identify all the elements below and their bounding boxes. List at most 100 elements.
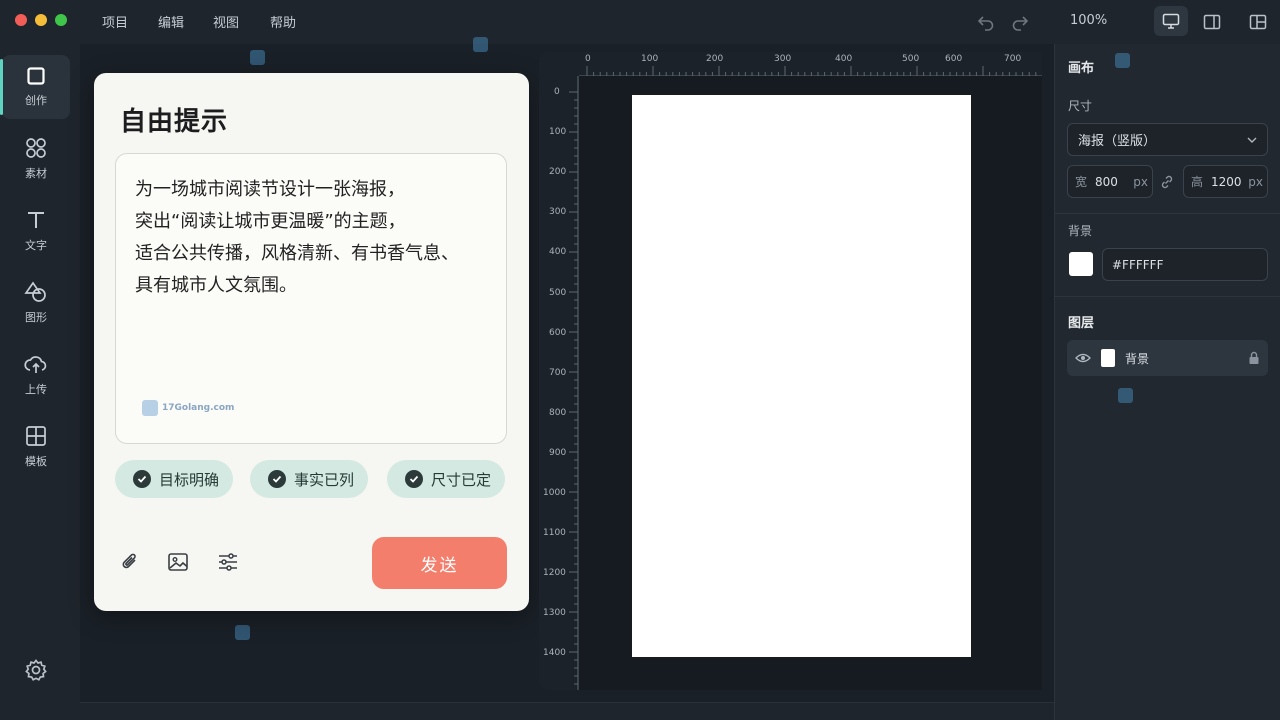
template-icon: [26, 426, 46, 446]
ruler-top-tick: 500: [902, 54, 920, 64]
close-window-button[interactable]: [15, 14, 27, 26]
layout-panels-icon[interactable]: [1243, 8, 1273, 36]
ruler-left-tick: 500: [549, 288, 567, 298]
check-circle-icon: [405, 470, 423, 488]
layer-name: 背景: [1125, 351, 1150, 366]
square-icon: [27, 67, 45, 85]
ruler-left-tick: 700: [549, 368, 567, 378]
layer-thumbnail: [1101, 349, 1115, 367]
ruler-left-tick: 900: [549, 448, 567, 458]
ruler-top-tick: 0: [585, 54, 591, 64]
ruler-left-tick: 0: [554, 87, 560, 97]
poster-artboard[interactable]: [632, 95, 971, 657]
width-value[interactable]: 800: [1095, 175, 1118, 189]
shapes-icon: [24, 281, 46, 302]
ruler-left-tick: 400: [549, 247, 567, 257]
tool-create[interactable]: 创作: [0, 55, 70, 119]
ruler-top-tick: 200: [706, 54, 724, 64]
prompt-panel: 自由提示 为一场城市阅读节设计一张海报， 突出“阅读让城市更温暖”的主题， 适合…: [94, 73, 529, 611]
prompt-text[interactable]: 为一场城市阅读节设计一张海报， 突出“阅读让城市更温暖”的主题， 适合公共传播，…: [135, 174, 495, 302]
watermark: 17Golang.com: [142, 400, 234, 416]
prompt-title: 自由提示: [120, 107, 229, 137]
size-preset-select[interactable]: 海报（竖版）: [1067, 123, 1268, 156]
attach-paperclip-icon[interactable]: [117, 549, 143, 575]
tool-shapes-label: 图形: [25, 311, 47, 324]
eye-icon[interactable]: [1075, 352, 1091, 364]
size-label: 尺寸: [1068, 99, 1093, 113]
ruler-left-tick: 1200: [543, 568, 566, 578]
ruler-top-tick: 700: [1004, 54, 1022, 64]
tool-templates[interactable]: 模板: [2, 415, 70, 479]
watermark-logo: [1115, 53, 1130, 68]
ruler-top-tick: 600: [945, 54, 963, 64]
ruler-top-tick: 100: [641, 54, 659, 64]
link-icon[interactable]: [1159, 174, 1175, 194]
ruler-left: 0 100 200 300 400 500 600 700 800 900 10…: [539, 76, 579, 690]
background-color-swatch[interactable]: [1069, 252, 1093, 276]
width-unit: px: [1133, 174, 1148, 189]
check-circle-icon: [133, 470, 151, 488]
sidebar-toggle-icon[interactable]: [1197, 8, 1227, 36]
ruler-left-tick: 1100: [543, 528, 566, 538]
redo-icon[interactable]: [1005, 8, 1035, 36]
ruler-left-tick: 1000: [543, 488, 566, 498]
ruler-left-tick: 100: [549, 127, 567, 137]
watermark-text: 17Golang.com: [162, 403, 235, 413]
tool-assets[interactable]: 素材: [2, 127, 70, 191]
height-prefix: 高: [1191, 175, 1204, 189]
chip-label: 事实已列: [294, 470, 355, 489]
ruler-left-tick: 1300: [543, 608, 566, 618]
maximize-window-button[interactable]: [55, 14, 67, 26]
tool-text-label: 文字: [25, 239, 47, 252]
ruler-left-tick: 200: [549, 167, 567, 177]
send-button[interactable]: 发送: [372, 537, 507, 589]
ruler-left-tick: 800: [549, 408, 567, 418]
ruler-left-tick: 1400: [543, 648, 566, 658]
sliders-settings-icon[interactable]: [215, 549, 241, 575]
background-label: 背景: [1068, 224, 1093, 238]
chip-goal-clear[interactable]: 目标明确: [115, 460, 234, 498]
ruler-top-tick: 400: [835, 54, 853, 64]
properties-panel: 画布 尺寸 海报（竖版） 宽 800 px 高 1200 px 背景 图层 背景: [1054, 44, 1280, 720]
settings-gear-icon[interactable]: [24, 658, 48, 682]
check-circle-icon: [268, 470, 286, 488]
undo-icon[interactable]: [971, 8, 1001, 36]
desktop-view-icon[interactable]: [1154, 6, 1188, 36]
menu-help[interactable]: 帮助: [270, 12, 296, 31]
layer-row-background[interactable]: 背景: [1067, 340, 1268, 376]
menu-project[interactable]: 项目: [102, 12, 128, 31]
tool-text[interactable]: 文字: [2, 199, 70, 263]
watermark-logo: [473, 37, 488, 52]
cloud-upload-icon: [24, 356, 47, 373]
minimize-window-button[interactable]: [35, 14, 47, 26]
lock-icon[interactable]: [1248, 351, 1260, 365]
menu-edit[interactable]: 编辑: [158, 12, 184, 31]
chevron-down-icon: [1247, 137, 1257, 143]
height-field[interactable]: 高 1200 px: [1183, 165, 1268, 198]
tool-assets-label: 素材: [25, 167, 47, 180]
background-hex-input[interactable]: [1102, 248, 1268, 281]
width-field[interactable]: 宽 800 px: [1067, 165, 1153, 198]
tool-create-label: 创作: [25, 94, 47, 107]
menu-view[interactable]: 视图: [213, 12, 239, 31]
prompt-textarea[interactable]: 为一场城市阅读节设计一张海报， 突出“阅读让城市更温暖”的主题， 适合公共传播，…: [115, 153, 507, 444]
ruler-top: 0 100 200 300 400 500 600 700: [579, 52, 1042, 76]
ruler-corner: [539, 52, 579, 76]
height-value[interactable]: 1200: [1211, 175, 1242, 189]
chip-facts-listed[interactable]: 事实已列: [250, 460, 369, 498]
tool-upload[interactable]: 上传: [2, 343, 70, 407]
chip-size-set[interactable]: 尺寸已定: [387, 460, 506, 498]
height-unit: px: [1248, 174, 1263, 189]
tool-shapes[interactable]: 图形: [2, 271, 70, 335]
ruler-top-tick: 300: [774, 54, 792, 64]
left-toolbar: 创作 素材 文字 图形 上传 模板: [0, 44, 80, 720]
tool-upload-label: 上传: [25, 383, 47, 396]
size-preset-value: 海报（竖版）: [1078, 134, 1157, 149]
watermark-logo: [235, 625, 250, 640]
watermark-logo: [1118, 388, 1133, 403]
zoom-level[interactable]: 100%: [1070, 13, 1107, 28]
width-prefix: 宽: [1075, 175, 1088, 189]
chip-label: 目标明确: [159, 470, 220, 489]
image-icon[interactable]: [165, 549, 191, 575]
ruler-left-tick: 300: [549, 207, 567, 217]
